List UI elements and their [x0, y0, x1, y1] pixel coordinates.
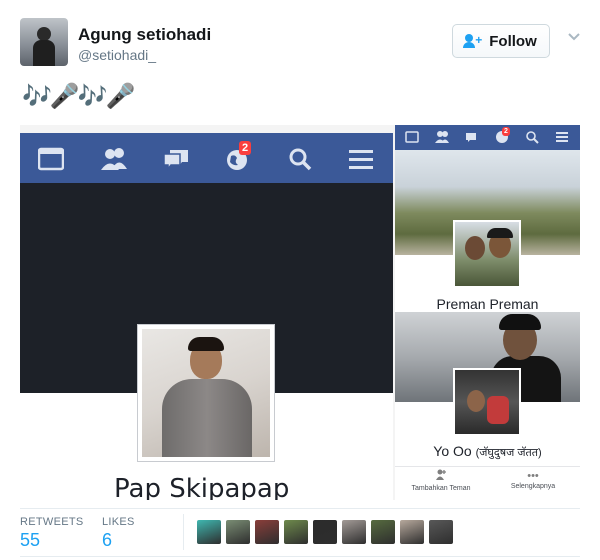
feed-icon [37, 147, 65, 171]
friend-name: Preman Preman [436, 296, 539, 312]
search-icon [525, 130, 539, 144]
retweets-label: RETWEETS [20, 516, 84, 528]
chevron-down-icon[interactable] [567, 30, 581, 44]
liker-avatar[interactable] [429, 520, 453, 544]
divider [183, 514, 184, 550]
tweet-media[interactable]: 2 Pap Skipapap 2 Preman Preman Yo Oo (जॅ… [20, 125, 580, 500]
likes-label: LIKES [102, 516, 135, 528]
liker-avatar[interactable] [284, 520, 308, 544]
feed-icon [405, 130, 419, 144]
notification-badge: 2 [239, 141, 252, 155]
add-friend-action: Tambahkan Teman [395, 469, 487, 492]
friends-icon [435, 130, 449, 144]
menu-icon [348, 147, 374, 171]
liker-avatar[interactable] [313, 520, 337, 544]
author-name[interactable]: Agung setiohadi [78, 25, 211, 45]
tweet-text: 🎶🎤🎶🎤 [22, 83, 136, 110]
likes-count[interactable]: 6 [102, 530, 112, 551]
friend-actions: Tambahkan Teman ••• Selengkapnya [395, 466, 580, 500]
author-avatar[interactable] [20, 18, 68, 66]
facebook-friend-screenshot: 2 Preman Preman Yo Oo (जॅघुदुषज जॅतत) Ta… [395, 125, 580, 500]
liker-avatar[interactable] [400, 520, 424, 544]
follow-button[interactable]: + Follow [452, 24, 550, 58]
menu-icon [555, 130, 569, 144]
facebook-profile-screenshot: 2 Pap Skipapap [20, 125, 393, 500]
friend-name-sub: (जॅघुदुषज जॅतत) [475, 447, 542, 459]
notification-badge-small: 2 [502, 127, 510, 136]
liker-avatar[interactable] [371, 520, 395, 544]
author-handle[interactable]: @setiohadi_ [78, 47, 156, 63]
add-user-icon: + [463, 34, 483, 48]
friends-icon [100, 147, 127, 171]
profile-name: Pap Skipapap [114, 474, 290, 500]
friend-photo [453, 220, 521, 288]
facebook-navbar-small: 2 [395, 125, 580, 150]
more-icon: ••• [527, 470, 539, 482]
friend-name: Yo Oo (जॅघुदुषज जॅतत) [433, 443, 542, 459]
profile-photo [138, 325, 274, 461]
friend-photo [453, 368, 521, 436]
facebook-navbar: 2 [20, 133, 393, 183]
follow-label: Follow [489, 32, 537, 50]
messages-icon [162, 147, 188, 172]
liker-avatar[interactable] [255, 520, 279, 544]
liker-avatar[interactable] [226, 520, 250, 544]
more-action: ••• Selengkapnya [487, 469, 579, 490]
retweets-count[interactable]: 55 [20, 530, 40, 551]
liker-avatar[interactable] [197, 520, 221, 544]
divider [20, 556, 580, 557]
search-icon [288, 147, 314, 171]
liker-avatar[interactable] [342, 520, 366, 544]
divider [20, 508, 580, 509]
messages-icon [465, 130, 479, 144]
add-friend-icon [395, 469, 487, 485]
